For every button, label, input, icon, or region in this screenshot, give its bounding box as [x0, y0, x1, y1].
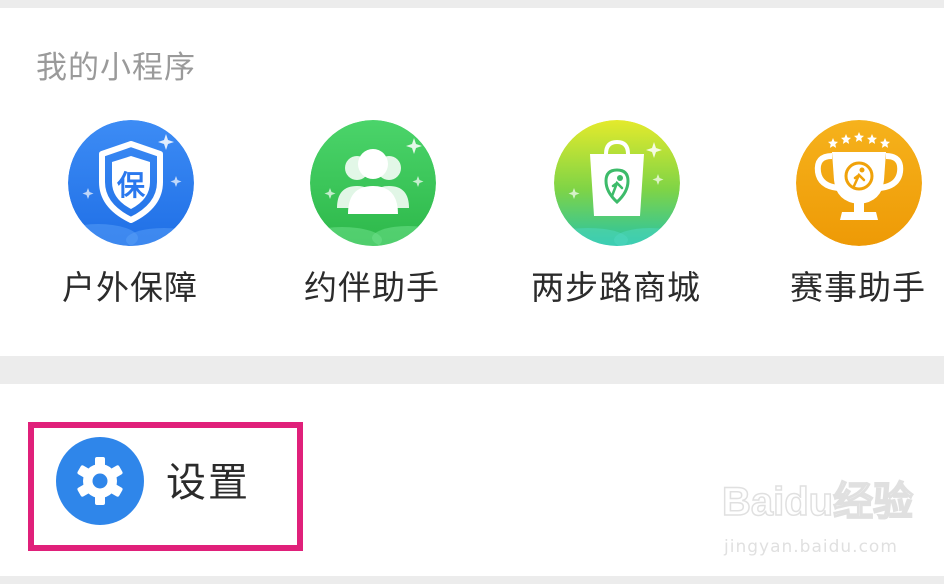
screen: 我的小程序 保 户外保障 约伴助手 两步路商城 赛事助手 设置 Baidu经验 … [0, 0, 944, 584]
watermark-url: jingyan.baidu.com [724, 537, 898, 557]
trophy-icon [796, 120, 922, 246]
mini-program-companion-assistant[interactable]: 约伴助手 [282, 120, 462, 320]
mini-program-label: 赛事助手 [790, 268, 926, 307]
watermark-brand: Baidu经验 [721, 479, 914, 525]
settings-label[interactable]: 设置 [166, 458, 250, 508]
gear-icon[interactable] [56, 437, 144, 525]
svg-text:保: 保 [117, 169, 146, 202]
bottom-divider [0, 576, 944, 584]
mini-program-label: 户外保障 [62, 268, 198, 307]
mini-program-store[interactable]: 两步路商城 [526, 120, 706, 320]
watermark: Baidu经验 jingyan.baidu.com [721, 478, 922, 570]
people-icon [310, 120, 436, 246]
section-divider [0, 356, 944, 384]
mini-program-event-assistant[interactable]: 赛事助手 [768, 120, 944, 320]
mini-program-label: 约伴助手 [304, 268, 440, 307]
section-title: 我的小程序 [36, 50, 196, 86]
mini-programs-section: 我的小程序 保 户外保障 约伴助手 两步路商城 赛事助手 [0, 8, 944, 356]
mini-program-label: 两步路商城 [531, 268, 701, 307]
shopping-bag-icon [554, 120, 680, 246]
shield-icon: 保 [68, 120, 194, 246]
mini-program-outdoor-insurance[interactable]: 保 户外保障 [40, 120, 220, 320]
